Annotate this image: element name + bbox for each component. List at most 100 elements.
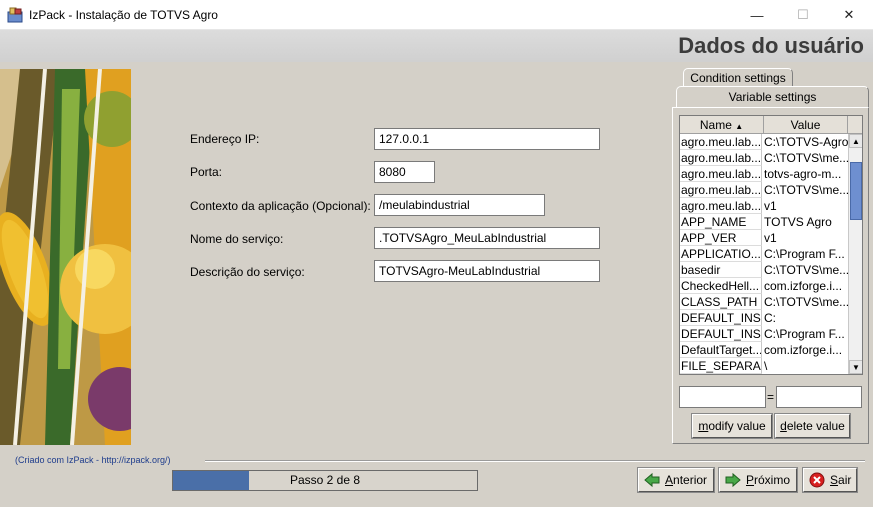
form-label-2: Contexto da aplicação (Opcional): xyxy=(190,199,371,213)
next-label: róximo xyxy=(754,473,791,487)
form-input-0[interactable]: 127.0.0.1 xyxy=(374,128,600,150)
variable-value-cell: v1 xyxy=(764,231,777,245)
table-header-corner xyxy=(848,116,862,134)
exit-label: air xyxy=(838,473,852,487)
table-row[interactable]: DEFAULT_INS... C:\Program F... xyxy=(680,326,848,342)
table-row[interactable]: CheckedHell... com.izforge.i... xyxy=(680,278,848,294)
table-row[interactable]: APPLICATIO... C:\Program F... xyxy=(680,246,848,262)
footer-separator xyxy=(205,460,865,462)
column-value-label: Value xyxy=(790,118,821,132)
equals-sign: = xyxy=(767,390,775,404)
exit-button[interactable]: Sair xyxy=(802,467,858,493)
page-title: Dados do usuário xyxy=(678,33,864,58)
variable-value-cell: C:\TOTVS\me... xyxy=(764,183,848,197)
form-input-2[interactable]: /meulabindustrial xyxy=(374,194,545,216)
column-header-value[interactable]: Value xyxy=(764,116,848,134)
variable-name-cell: agro.meu.lab... xyxy=(680,134,762,150)
form-label-0: Endereço IP: xyxy=(190,132,260,146)
variable-name-input[interactable] xyxy=(679,386,766,408)
variable-name-cell: agro.meu.lab... xyxy=(680,182,762,198)
scroll-down-icon[interactable]: ▼ xyxy=(849,360,862,374)
modify-value-button[interactable]: modify value xyxy=(691,413,773,439)
previous-button[interactable]: Anterior xyxy=(637,467,715,493)
delete-value-button[interactable]: delete value xyxy=(774,413,851,439)
maximize-icon: ☐ xyxy=(797,7,809,22)
form-input-1[interactable]: 8080 xyxy=(374,161,435,183)
window-titlebar: IzPack - Instalação de TOTVS Agro — ☐ ✕ xyxy=(0,0,873,30)
table-scrollbar[interactable]: ▲ ▼ xyxy=(848,134,862,374)
form-label-1: Porta: xyxy=(190,165,223,179)
variable-name-cell: CLASS_PATH xyxy=(680,294,762,310)
arrow-left-icon xyxy=(644,472,660,488)
next-button[interactable]: Próximo xyxy=(718,467,798,493)
variable-value-cell: TOTVS Agro xyxy=(764,215,832,229)
variable-name-cell: DefaultTarget... xyxy=(680,342,762,358)
arrow-right-icon xyxy=(725,472,741,488)
variable-name-cell: APPLICATIO... xyxy=(680,246,762,262)
delete-mnemonic: d xyxy=(780,419,787,433)
variable-name-cell: APP_NAME xyxy=(680,214,762,230)
table-row[interactable]: DEFAULT_INS... C: xyxy=(680,310,848,326)
table-row[interactable]: agro.meu.lab... C:\TOTVS\me... xyxy=(680,150,848,166)
variable-value-cell: totvs-agro-m... xyxy=(764,167,842,181)
form-label-4: Descrição do serviço: xyxy=(190,265,305,279)
next-mnemonic: P xyxy=(746,473,755,487)
table-row[interactable]: agro.meu.lab... totvs-agro-m... xyxy=(680,166,848,182)
form-label-3: Nome do serviço: xyxy=(190,232,284,246)
variable-name-cell: basedir xyxy=(680,262,762,278)
table-row[interactable]: agro.meu.lab... C:\TOTVS\me... xyxy=(680,182,848,198)
delete-label: elete value xyxy=(786,419,845,433)
table-row[interactable]: DefaultTarget... com.izforge.i... xyxy=(680,342,848,358)
table-row[interactable]: agro.meu.lab... C:\TOTVS-Agro xyxy=(680,134,848,150)
variable-name-cell: APP_VER xyxy=(680,230,762,246)
table-row[interactable]: agro.meu.lab... v1 xyxy=(680,198,848,214)
variable-value-input[interactable] xyxy=(776,386,862,408)
form-input-4[interactable]: TOTVSAgro-MeuLabIndustrial xyxy=(374,260,600,282)
maximize-button[interactable]: ☐ xyxy=(780,0,826,30)
variable-name-cell: FILE_SEPARA... xyxy=(680,358,762,374)
variable-value-cell: com.izforge.i... xyxy=(764,279,843,293)
variable-value-cell: C:\Program F... xyxy=(764,327,845,341)
modify-label: odify value xyxy=(708,419,766,433)
exit-mnemonic: S xyxy=(830,473,839,487)
variable-value-cell: C:\TOTVS\me... xyxy=(764,151,848,165)
variables-table: Name ▲ Value agro.meu.lab... C:\TOTVS-Agr… xyxy=(679,115,863,375)
close-icon: ✕ xyxy=(843,7,855,22)
window-title: IzPack - Instalação de TOTVS Agro xyxy=(29,8,218,22)
close-button[interactable]: ✕ xyxy=(826,0,872,30)
minimize-icon: — xyxy=(750,7,764,23)
table-row[interactable]: basedir C:\TOTVS\me... xyxy=(680,262,848,278)
minimize-button[interactable]: — xyxy=(734,0,780,30)
variable-value-cell: com.izforge.i... xyxy=(764,343,843,357)
form-input-3[interactable]: .TOTVSAgro_MeuLabIndustrial xyxy=(374,227,600,249)
progress-text: Passo 2 de 8 xyxy=(289,473,361,487)
table-row[interactable]: APP_NAME TOTVS Agro xyxy=(680,214,848,230)
tab-condition-settings[interactable]: Condition settings xyxy=(683,68,793,88)
table-row[interactable]: CLASS_PATH C:\TOTVS\me... xyxy=(680,294,848,310)
tab-variable-settings[interactable]: Variable settings xyxy=(676,86,869,108)
variable-name-cell: CheckedHell... xyxy=(680,278,762,294)
izpack-app-icon xyxy=(7,7,23,23)
variable-value-cell: C:\TOTVS-Agro xyxy=(764,135,848,149)
side-banner-image xyxy=(0,69,131,445)
variable-value-cell: C:\TOTVS\me... xyxy=(764,295,848,309)
variable-name-cell: agro.meu.lab... xyxy=(680,198,762,214)
variable-name-cell: agro.meu.lab... xyxy=(680,166,762,182)
step-progress-bar: Passo 2 de 8 xyxy=(172,470,478,491)
variable-value-cell: C:\TOTVS\me... xyxy=(764,263,848,277)
variable-name-cell: DEFAULT_INS... xyxy=(680,310,762,326)
izpack-credit: (Criado com IzPack - http://izpack.org/) xyxy=(15,455,171,465)
previous-label: nterior xyxy=(673,473,708,487)
variable-value-cell: v1 xyxy=(764,199,777,213)
column-name-label: Name xyxy=(699,118,732,132)
variable-value-cell: C: xyxy=(764,311,776,325)
modify-mnemonic: m xyxy=(698,419,709,433)
table-row[interactable]: APP_VER v1 xyxy=(680,230,848,246)
column-header-name[interactable]: Name ▲ xyxy=(680,116,764,134)
table-row[interactable]: FILE_SEPARA... \ xyxy=(680,358,848,374)
scroll-up-icon[interactable]: ▲ xyxy=(849,134,862,148)
cancel-icon xyxy=(809,472,825,488)
scrollbar-thumb[interactable] xyxy=(850,162,862,220)
table-body: agro.meu.lab... C:\TOTVS-Agro agro.meu.lab… xyxy=(680,134,848,374)
variable-value-cell: \ xyxy=(764,359,768,373)
